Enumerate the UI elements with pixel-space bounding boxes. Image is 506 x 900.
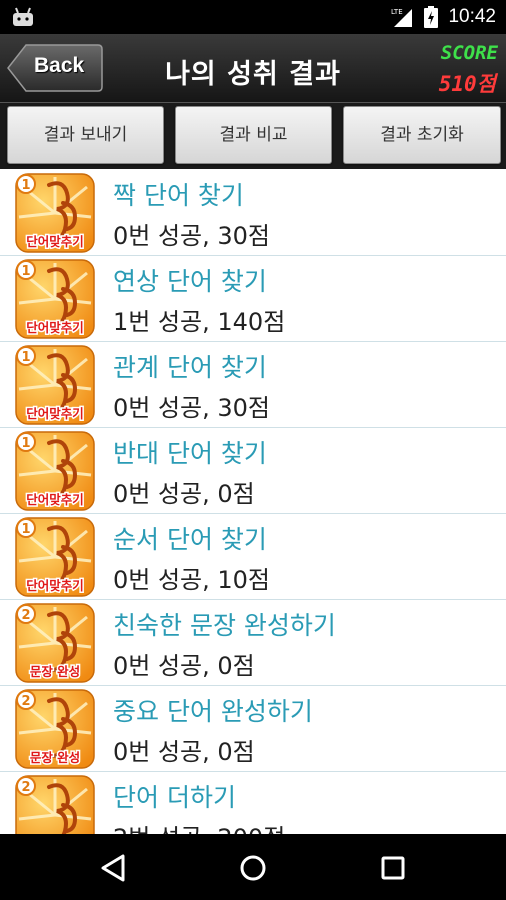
level-number: 1 [21, 178, 30, 193]
results-list[interactable]: 1 단어맞추기 짝 단어 찾기 0번 성공, 30점 1 단어맞추기 연상 단어… [0, 170, 506, 834]
level-number: 1 [21, 522, 30, 537]
game-badge: 단어맞추기 [26, 406, 84, 421]
item-detail: 1번 성공, 140점 [113, 308, 286, 336]
network-type: LTE [391, 8, 403, 16]
list-item[interactable]: 1 단어맞추기 관계 단어 찾기 0번 성공, 30점 [0, 342, 506, 428]
item-title: 반대 단어 찾기 [113, 439, 267, 468]
list-item[interactable]: 1 단어맞추기 반대 단어 찾기 0번 성공, 0점 [0, 428, 506, 514]
list-item[interactable]: 1 단어맞추기 짝 단어 찾기 0번 성공, 30점 [0, 170, 506, 256]
game-icon: 1 단어맞추기 [15, 173, 95, 253]
item-title: 짝 단어 찾기 [113, 181, 244, 210]
level-number: 2 [21, 694, 30, 709]
level-number: 1 [21, 436, 30, 451]
item-detail: 0번 성공, 0점 [113, 738, 255, 766]
android-notification-icon [13, 7, 33, 26]
compare-results-button[interactable]: 결과 비교 [175, 106, 332, 164]
item-title: 단어 더하기 [113, 783, 236, 812]
battery-icon [424, 6, 439, 28]
game-icon: 1 단어맞추기 [15, 517, 95, 597]
game-icon: 1 단어맞추기 [15, 345, 95, 425]
game-badge: 단어맞추기 [26, 492, 84, 507]
game-icon: 2 문장 완성 [15, 603, 95, 683]
game-badge: 문장 완성 [30, 750, 80, 765]
signal-icon: LTE [391, 8, 413, 27]
back-nav-icon[interactable] [95, 848, 135, 888]
item-title: 관계 단어 찾기 [113, 353, 267, 382]
navigation-bar [0, 834, 506, 900]
status-bar: LTE 10:42 [0, 0, 506, 34]
item-detail: 0번 성공, 0점 [113, 652, 255, 680]
level-number: 2 [21, 608, 30, 623]
level-number: 1 [21, 264, 30, 279]
item-detail: 0번 성공, 10점 [113, 566, 271, 594]
page-title: 나의 성취 결과 [165, 59, 341, 90]
game-icon: 2 [15, 775, 95, 834]
game-badge: 문장 완성 [30, 664, 80, 679]
item-detail: 0번 성공, 0점 [113, 480, 255, 508]
item-detail: 2번 성공, 200점 [113, 818, 285, 834]
item-title: 연상 단어 찾기 [113, 267, 267, 296]
score-label: SCORE [440, 42, 498, 64]
list-item[interactable]: 1 단어맞추기 연상 단어 찾기 1번 성공, 140점 [0, 256, 506, 342]
item-detail: 0번 성공, 30점 [113, 222, 271, 250]
item-title: 순서 단어 찾기 [113, 525, 267, 554]
game-badge: 단어맞추기 [26, 320, 84, 335]
game-badge: 단어맞추기 [26, 578, 84, 593]
item-detail: 0번 성공, 30점 [113, 394, 271, 422]
item-title: 중요 단어 완성하기 [113, 697, 313, 726]
send-results-button[interactable]: 결과 보내기 [7, 106, 164, 164]
toolbar: 결과 보내기 결과 비교 결과 초기화 [0, 103, 506, 169]
level-number: 1 [21, 350, 30, 365]
clock: 10:42 [448, 6, 496, 27]
list-item[interactable]: 1 단어맞추기 순서 단어 찾기 0번 성공, 10점 [0, 514, 506, 600]
game-icon: 1 단어맞추기 [15, 259, 95, 339]
list-item[interactable]: 2 문장 완성 중요 단어 완성하기 0번 성공, 0점 [0, 686, 506, 772]
list-item[interactable]: 2 단어 더하기 2번 성공, 200점 [0, 772, 506, 834]
item-title: 친숙한 문장 완성하기 [113, 611, 336, 640]
level-number: 2 [21, 780, 30, 795]
game-badge: 단어맞추기 [26, 234, 84, 249]
list-item[interactable]: 2 문장 완성 친숙한 문장 완성하기 0번 성공, 0점 [0, 600, 506, 686]
recents-nav-icon[interactable] [373, 848, 413, 888]
game-icon: 2 문장 완성 [15, 689, 95, 769]
app-header: Back 나의 성취 결과 SCORE 510점 [0, 34, 506, 103]
reset-results-button[interactable]: 결과 초기화 [343, 106, 501, 164]
score-value: 510점 [438, 72, 496, 96]
home-nav-icon[interactable] [233, 848, 273, 888]
game-icon: 1 단어맞추기 [15, 431, 95, 511]
